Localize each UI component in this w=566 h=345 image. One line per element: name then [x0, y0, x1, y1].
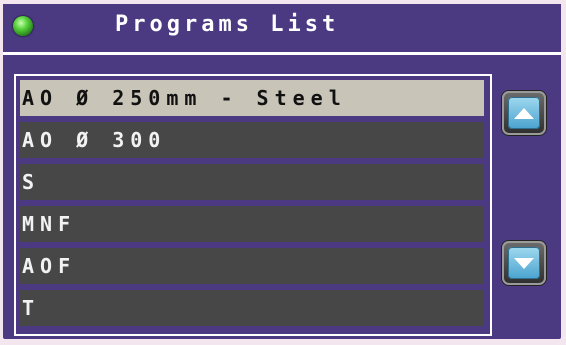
page-title: Programs List: [115, 12, 340, 37]
program-row[interactable]: AO Ø 300: [20, 122, 484, 158]
program-label: MNF: [22, 212, 77, 236]
program-label: AO Ø 300: [22, 128, 167, 152]
program-row[interactable]: T: [20, 290, 484, 326]
scroll-down-button[interactable]: [502, 241, 546, 285]
program-row[interactable]: AO Ø 250mm - Steel: [20, 80, 484, 116]
status-led-icon: [13, 16, 33, 36]
program-row[interactable]: S: [20, 164, 484, 200]
program-label: AO Ø 250mm - Steel: [22, 86, 347, 110]
program-row[interactable]: AOF: [20, 248, 484, 284]
header-bar: Programs List: [3, 4, 561, 52]
program-row[interactable]: MNF: [20, 206, 484, 242]
scroll-up-button[interactable]: [502, 91, 546, 135]
triangle-up-icon: [514, 108, 534, 119]
program-label: AOF: [22, 254, 77, 278]
programs-list: AO Ø 250mm - Steel AO Ø 300 S MNF AOF T: [14, 74, 492, 336]
program-label: S: [22, 170, 41, 194]
program-label: T: [22, 296, 41, 320]
header-divider: [3, 52, 561, 55]
hmi-screen: Programs List AO Ø 250mm - Steel AO Ø 30…: [3, 4, 561, 339]
triangle-down-icon: [514, 258, 534, 269]
